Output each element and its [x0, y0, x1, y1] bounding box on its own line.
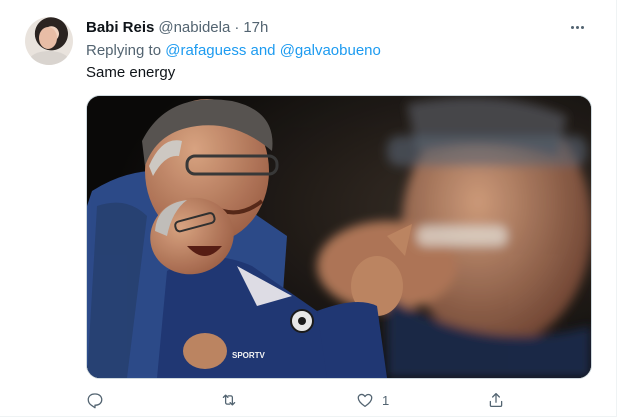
reply-icon — [87, 393, 103, 409]
avatar-shirt — [29, 51, 69, 65]
avatar-face — [39, 27, 57, 49]
author-name[interactable]: Babi Reis — [86, 19, 154, 36]
mention-link[interactable]: @rafaguess — [165, 42, 246, 59]
tweet-media-image[interactable]: SPORTV — [86, 95, 592, 379]
heart-icon — [357, 393, 373, 408]
author-handle[interactable]: @nabidela — [158, 19, 230, 36]
retweet-icon — [222, 394, 236, 406]
share-icon — [489, 392, 503, 408]
separator-dot: · — [234, 18, 240, 36]
like-count: 1 — [382, 392, 390, 408]
tweet-text: Same energy — [86, 64, 176, 81]
timestamp[interactable]: 17h — [243, 19, 268, 36]
like-button[interactable]: 1 — [356, 388, 389, 412]
mention-and[interactable]: and — [251, 42, 276, 59]
tweet-card[interactable]: Babi Reis @nabidela · 17h Replying to @r… — [0, 0, 617, 417]
more-options-icon[interactable] — [566, 18, 588, 36]
mention-link[interactable]: @galvaobueno — [280, 42, 381, 59]
replying-to-label: Replying to — [86, 42, 162, 59]
avatar[interactable] — [25, 17, 73, 65]
tweet-header: Babi Reis @nabidela · 17h — [86, 17, 268, 37]
share-button[interactable] — [487, 388, 505, 412]
tweet-actions: 1 — [86, 388, 526, 412]
reply-button[interactable] — [86, 388, 104, 412]
replying-to: Replying to @rafaguess and @galvaobueno — [86, 42, 381, 59]
meme-image: SPORTV — [87, 96, 591, 378]
retweet-button[interactable] — [220, 388, 238, 412]
